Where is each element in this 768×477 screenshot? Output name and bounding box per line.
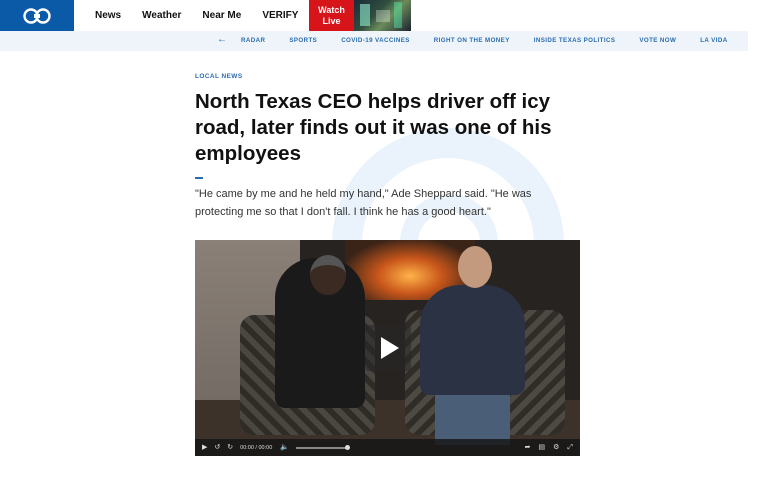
play-small-icon[interactable]: ▶ bbox=[202, 443, 207, 453]
nav-weather[interactable]: Weather bbox=[142, 10, 181, 21]
watch-live-label: Watch Live bbox=[318, 5, 345, 26]
fullscreen-icon[interactable]: ⤢ bbox=[567, 443, 573, 453]
play-icon bbox=[381, 337, 399, 359]
video-frame-person-left-head bbox=[310, 255, 346, 295]
secondary-nav: ← RADAR SPORTS COVID-19 VACCINES RIGHT O… bbox=[0, 31, 748, 51]
nav-verify[interactable]: VERIFY bbox=[262, 10, 298, 21]
subnav-vote-now[interactable]: VOTE NOW bbox=[639, 37, 676, 44]
video-frame-person-right bbox=[420, 285, 525, 395]
article-headline: North Texas CEO helps driver off icy roa… bbox=[195, 90, 552, 165]
subnav-covid-vaccines[interactable]: COVID-19 VACCINES bbox=[341, 37, 410, 44]
play-button[interactable] bbox=[365, 325, 411, 371]
volume-icon[interactable]: 🔈 bbox=[280, 443, 289, 453]
rewind-icon[interactable]: ↺ bbox=[214, 443, 220, 453]
settings-gear-icon[interactable]: ⚙ bbox=[553, 443, 559, 453]
video-player[interactable]: ▶ ↺ ↻ 00:00 / 00:00 🔈 ➦ ▤ ⚙ ⤢ bbox=[195, 240, 580, 456]
captions-icon[interactable]: ▤ bbox=[538, 443, 545, 453]
subnav-back-arrow-icon[interactable]: ← bbox=[217, 34, 227, 45]
video-time: 00:00 / 00:00 bbox=[240, 444, 273, 451]
volume-slider[interactable] bbox=[295, 444, 350, 450]
subnav-inside-texas-politics[interactable]: INSIDE TEXAS POLITICS bbox=[534, 37, 616, 44]
live-thumbnail[interactable] bbox=[354, 0, 411, 31]
article-category[interactable]: LOCAL NEWS bbox=[195, 73, 243, 80]
main-nav: News Weather Near Me VERIFY bbox=[95, 0, 319, 31]
nav-news[interactable]: News bbox=[95, 10, 121, 21]
headline-divider bbox=[195, 177, 203, 179]
nav-near-me[interactable]: Near Me bbox=[202, 10, 241, 21]
forward-icon[interactable]: ↻ bbox=[227, 443, 233, 453]
logo-icon bbox=[23, 7, 51, 24]
watch-live-button[interactable]: Watch Live bbox=[309, 0, 354, 31]
top-navigation: News Weather Near Me VERIFY Watch Live bbox=[0, 0, 748, 31]
subnav-radar[interactable]: RADAR bbox=[241, 37, 265, 44]
subnav-la-vida[interactable]: LA VIDA bbox=[700, 37, 727, 44]
video-controls: ▶ ↺ ↻ 00:00 / 00:00 🔈 ➦ ▤ ⚙ ⤢ bbox=[195, 439, 580, 456]
subnav-right-on-the-money[interactable]: RIGHT ON THE MONEY bbox=[434, 37, 510, 44]
article-summary: "He came by me and he held my hand," Ade… bbox=[195, 188, 532, 218]
subnav-sports[interactable]: SPORTS bbox=[289, 37, 317, 44]
volume-handle[interactable] bbox=[344, 444, 350, 450]
site-logo[interactable] bbox=[0, 0, 74, 31]
video-frame-person-right-head bbox=[458, 246, 492, 288]
share-icon[interactable]: ➦ bbox=[525, 443, 531, 453]
